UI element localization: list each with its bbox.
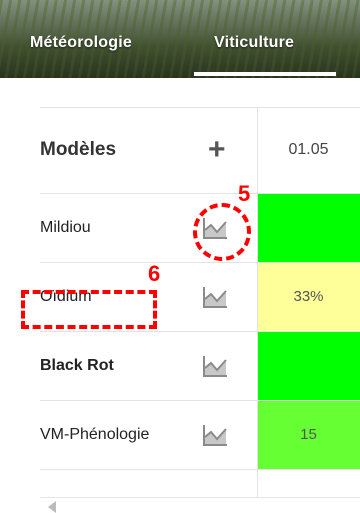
active-tab-indicator bbox=[194, 72, 336, 76]
header-banner: Météorologie Viticulture bbox=[0, 0, 360, 78]
value-cell: 33% bbox=[293, 288, 324, 305]
table-divider bbox=[40, 469, 360, 470]
add-model-button[interactable]: + bbox=[208, 135, 226, 165]
models-heading: Modèles bbox=[40, 139, 117, 160]
scroll-left-arrow-icon[interactable] bbox=[48, 501, 56, 513]
value-cell: 15 bbox=[300, 426, 317, 443]
table-row-black-rot: Black Rot bbox=[40, 331, 360, 400]
chart-icon[interactable] bbox=[202, 424, 228, 446]
table-divider bbox=[40, 497, 360, 498]
model-name: Black Rot bbox=[40, 356, 114, 374]
annotation-number-5: 5 bbox=[238, 181, 251, 206]
table-row-vm-phenologie: VM-Phénologie 15 bbox=[40, 400, 360, 469]
annotation-number-6: 6 bbox=[148, 261, 161, 286]
table-header-row: Modèles + 01.05 bbox=[40, 107, 360, 193]
model-name: Mildiou bbox=[40, 218, 91, 236]
date-column-header: 01.05 bbox=[288, 141, 329, 158]
model-name: VM-Phénologie bbox=[40, 425, 150, 443]
value-cell bbox=[257, 193, 360, 262]
annotation-circle bbox=[193, 203, 251, 261]
tab-meteorologie[interactable]: Météorologie bbox=[30, 34, 132, 52]
value-cell bbox=[257, 331, 360, 400]
annotation-rectangle bbox=[21, 290, 157, 329]
chart-icon[interactable] bbox=[202, 355, 228, 377]
chart-icon[interactable] bbox=[202, 286, 228, 308]
tab-viticulture[interactable]: Viticulture bbox=[214, 34, 294, 52]
